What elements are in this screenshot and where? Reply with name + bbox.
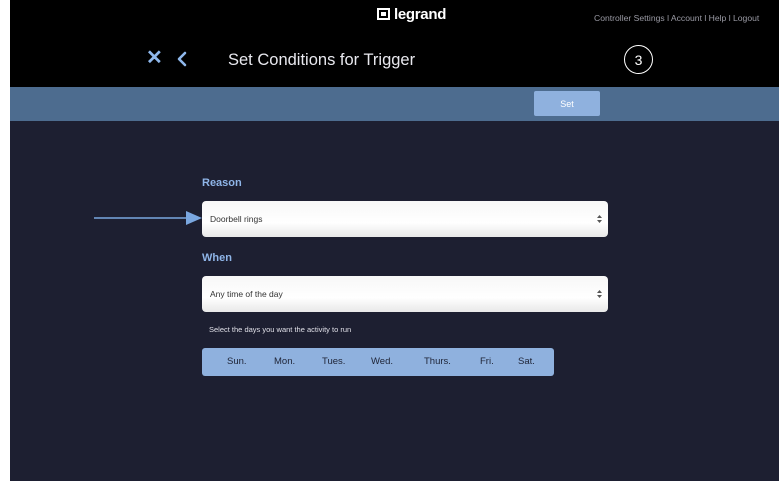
select-arrows-icon (597, 290, 602, 298)
legrand-logo-icon (377, 8, 390, 20)
when-label: When (202, 252, 232, 264)
day-thurs[interactable]: Thurs. (424, 348, 451, 376)
top-nav-links[interactable]: Controller Settings l Account l Help l L… (594, 13, 779, 23)
page-title: Set Conditions for Trigger (228, 51, 416, 69)
day-fri[interactable]: Fri. (480, 348, 494, 376)
set-button[interactable]: Set (534, 91, 600, 116)
day-sat[interactable]: Sat. (518, 348, 535, 376)
close-button[interactable]: ✕ (146, 48, 163, 68)
reason-select[interactable]: Doorbell rings (202, 201, 608, 237)
back-button[interactable] (174, 50, 192, 68)
step-badge: 3 (624, 45, 653, 74)
brand-logo: legrand (377, 4, 446, 24)
select-arrows-icon (597, 215, 602, 223)
when-select-value: Any time of the day (210, 289, 283, 299)
logo-text: legrand (394, 5, 447, 23)
days-hint: Select the days you want the activity to… (209, 325, 352, 334)
day-mon[interactable]: Mon. (274, 348, 295, 376)
reason-label: Reason (202, 177, 242, 189)
when-select[interactable]: Any time of the day (202, 276, 608, 312)
day-wed[interactable]: Wed. (371, 348, 393, 376)
reason-select-value: Doorbell rings (210, 214, 263, 224)
chevron-left-icon (177, 51, 187, 67)
app-window: legrand Controller Settings l Account l … (10, 0, 779, 481)
day-selector: Sun. Mon. Tues. Wed. Thurs. Fri. Sat. (202, 348, 554, 376)
top-bar: legrand Controller Settings l Account l … (10, 0, 779, 87)
action-bar: Set (10, 87, 779, 121)
day-tues[interactable]: Tues. (322, 348, 345, 376)
day-sun[interactable]: Sun. (227, 348, 247, 376)
annotation-arrow-icon (94, 211, 202, 225)
close-icon: ✕ (146, 47, 163, 69)
